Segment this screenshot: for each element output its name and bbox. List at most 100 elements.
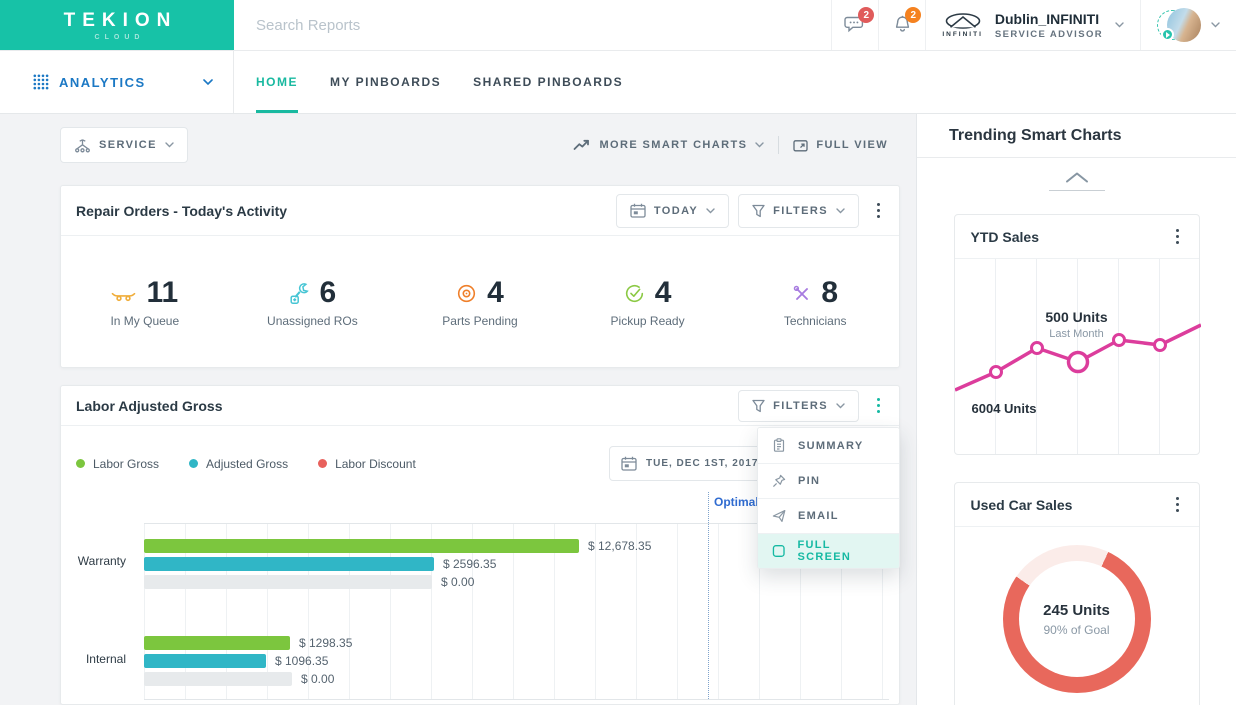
- card-context-menu: SUMMARY PIN EMAIL FULL SCREEN: [757, 427, 900, 569]
- stat-unassigned-ros[interactable]: 6 Unassigned ROs: [229, 276, 397, 328]
- menu-item-email[interactable]: EMAIL: [758, 498, 899, 533]
- bar-value-label: $ 1298.35: [299, 636, 352, 650]
- menu-item-full-screen[interactable]: FULL SCREEN: [758, 533, 899, 568]
- chevron-down-icon: [1115, 22, 1124, 28]
- card-title: Used Car Sales: [971, 497, 1158, 513]
- menu-item-pin[interactable]: PIN: [758, 463, 899, 498]
- category-label: Internal: [86, 652, 126, 666]
- calendar-icon: [621, 456, 637, 471]
- tab-my-pinboards[interactable]: MY PINBOARDS: [314, 51, 457, 113]
- stat-parts-pending[interactable]: 4 Parts Pending: [396, 276, 564, 328]
- donut-chart: 245 Units 90% of Goal: [955, 527, 1199, 693]
- parts-icon: [456, 283, 477, 304]
- bar-value-label: $ 1096.35: [275, 654, 328, 668]
- chevron-down-icon: [203, 79, 213, 86]
- funnel-icon: [752, 399, 765, 413]
- card-menu-button[interactable]: [1172, 492, 1183, 517]
- pinboard-tabs: HOME MY PINBOARDS SHARED PINBOARDS: [234, 51, 639, 113]
- card-menu-button[interactable]: [873, 393, 884, 418]
- chevron-down-icon: [706, 208, 715, 214]
- chart-callout: 500 Units Last Month: [955, 309, 1199, 340]
- bar-value-label: $ 0.00: [441, 575, 474, 589]
- content-area: SERVICE MORE SMART CHARTS: [0, 114, 1236, 705]
- ytd-sales-card: YTD Sales 500 Units Last Month 6004 Unit…: [954, 214, 1200, 455]
- secondary-nav: ANALYTICS HOME MY PINBOARDS SHARED PINBO…: [0, 51, 1236, 114]
- more-smart-charts-button[interactable]: MORE SMART CHARTS: [573, 139, 764, 151]
- bar-labor-discount: [144, 575, 432, 589]
- labor-adjusted-gross-card: Labor Adjusted Gross FILTERS Labor Gross: [60, 385, 900, 705]
- notifications-button[interactable]: 2: [878, 0, 925, 50]
- dealer-name: Dublin_INFINITI: [995, 11, 1099, 27]
- legend-item: Labor Gross: [76, 457, 159, 471]
- bar-adjusted-gross: [144, 557, 434, 571]
- stat-technicians[interactable]: 8 Technicians: [731, 276, 899, 328]
- filters-button[interactable]: FILTERS: [738, 390, 859, 422]
- department-select[interactable]: SERVICE: [60, 127, 188, 163]
- avatar: [1157, 6, 1203, 44]
- filters-button[interactable]: FILTERS: [738, 194, 859, 228]
- used-car-sales-card: Used Car Sales 245 Units 90% of Goal: [954, 482, 1200, 705]
- app-switcher-label: ANALYTICS: [59, 75, 146, 90]
- bar-value-label: $ 12,678.35: [588, 539, 651, 553]
- logo-title: TEKION: [57, 10, 178, 32]
- chevron-up-icon: [1065, 172, 1089, 183]
- full-view-button[interactable]: FULL VIEW: [793, 139, 888, 152]
- chevron-down-icon: [165, 142, 174, 148]
- bar-value-label: $ 2596.35: [443, 557, 496, 571]
- main-column: SERVICE MORE SMART CHARTS: [0, 114, 916, 705]
- divider: [1049, 190, 1105, 191]
- chevron-down-icon: [836, 208, 845, 214]
- dealer-switcher[interactable]: INFINITI Dublin_INFINITI SERVICE ADVISOR: [925, 0, 1140, 50]
- card-menu-button[interactable]: [873, 198, 884, 223]
- top-bar: TEKION CLOUD 2 2 INFINITI Dublin_INFINIT…: [0, 0, 1236, 51]
- card-title: Repair Orders - Today's Activity: [76, 203, 607, 219]
- card-title: Labor Adjusted Gross: [76, 398, 729, 414]
- app-switcher[interactable]: ANALYTICS: [0, 51, 234, 113]
- optimal-label: Optimal: [714, 495, 759, 509]
- tab-shared-pinboards[interactable]: SHARED PINBOARDS: [457, 51, 639, 113]
- today-activity-stats: 11 In My Queue 6 Unassigned ROs: [61, 236, 899, 368]
- trending-sidebar: Trending Smart Charts YTD Sales 500 Unit…: [916, 114, 1236, 705]
- card-title: YTD Sales: [971, 229, 1158, 245]
- summary-icon: [772, 438, 786, 453]
- legend-item: Adjusted Gross: [189, 457, 288, 471]
- pin-icon: [772, 474, 786, 488]
- divider: [778, 136, 779, 154]
- chevron-down-icon: [755, 142, 764, 148]
- repair-orders-card: Repair Orders - Today's Activity TODAY F…: [60, 185, 900, 368]
- date-filter-button[interactable]: TODAY: [616, 194, 729, 228]
- trend-up-icon: [573, 139, 591, 151]
- stat-pickup-ready[interactable]: 4 Pickup Ready: [564, 276, 732, 328]
- tab-home[interactable]: HOME: [240, 51, 314, 113]
- search-input[interactable]: [234, 0, 831, 50]
- bar-adjusted-gross: [144, 654, 266, 668]
- messages-button[interactable]: 2: [831, 0, 878, 50]
- bar-labor-gross: [144, 636, 290, 650]
- grid-icon: [33, 74, 49, 90]
- messages-badge: 2: [858, 7, 874, 23]
- logo-subtitle: CLOUD: [90, 34, 145, 41]
- wrench-icon: [289, 282, 310, 305]
- chevron-down-icon: [1211, 22, 1220, 28]
- calendar-icon: [630, 203, 646, 218]
- chart-annotation: 6004 Units: [972, 401, 1037, 416]
- bar-labor-discount: [144, 672, 292, 686]
- service-lift-icon: [74, 138, 91, 153]
- collapse-trending-button[interactable]: [917, 172, 1236, 191]
- bar-group-internal: $ 1298.35$ 1096.35$ 0.00: [144, 636, 889, 686]
- optimal-threshold-line: Optimal: [708, 492, 709, 699]
- tekion-logo[interactable]: TEKION CLOUD: [0, 0, 234, 50]
- funnel-icon: [752, 204, 765, 218]
- car-icon: [111, 285, 136, 302]
- sidebar-title: Trending Smart Charts: [917, 114, 1236, 158]
- stat-in-my-queue[interactable]: 11 In My Queue: [61, 276, 229, 328]
- fullscreen-icon: [772, 544, 785, 558]
- donut-value: 245 Units: [1043, 602, 1110, 619]
- legend-item: Labor Discount: [318, 457, 416, 471]
- card-menu-button[interactable]: [1172, 224, 1183, 249]
- user-menu[interactable]: [1140, 0, 1236, 50]
- menu-item-summary[interactable]: SUMMARY: [758, 428, 899, 463]
- bar-labor-gross: [144, 539, 579, 553]
- date-range-picker[interactable]: TUE, DEC 1ST, 2017 - W: [609, 446, 771, 481]
- email-icon: [772, 509, 786, 523]
